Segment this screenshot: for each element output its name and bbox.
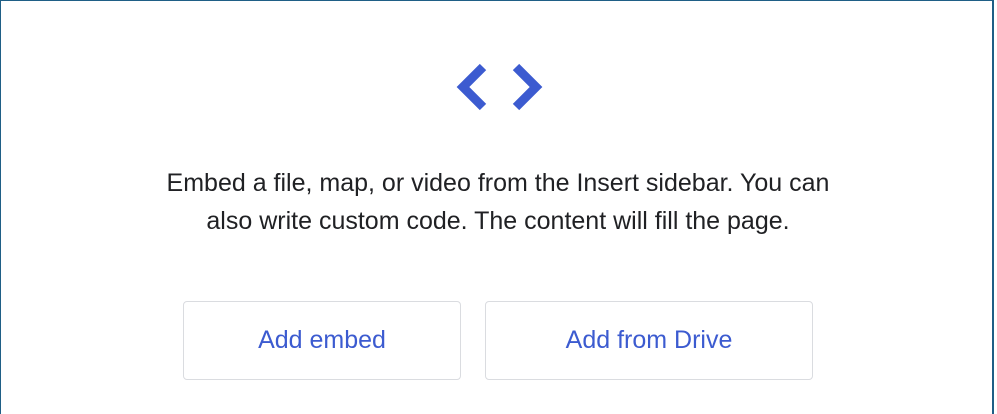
embed-instructions-line-1: Embed a file, map, or video from the Ins… [166,169,830,197]
embed-placeholder-panel: Embed a file, map, or video from the Ins… [0,0,994,414]
embed-instructions-line-2: also write custom code. The content will… [206,207,790,235]
add-embed-button[interactable]: Add embed [183,301,461,380]
code-brackets-icon [456,63,543,111]
embed-instructions: Embed a file, map, or video from the Ins… [1,164,995,240]
add-from-drive-button[interactable]: Add from Drive [485,301,813,380]
